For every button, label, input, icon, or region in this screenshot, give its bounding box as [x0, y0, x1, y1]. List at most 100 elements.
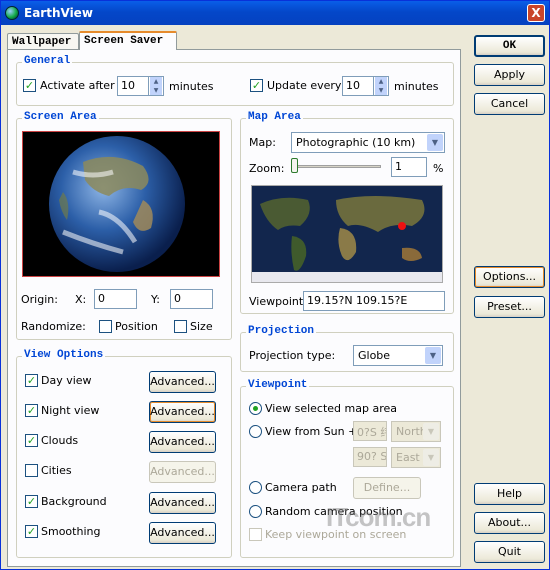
globe-image [49, 136, 185, 272]
position-label: Position [115, 320, 158, 333]
chevron-down-icon[interactable]: ▼ [423, 449, 439, 466]
camera-path-label: Camera path [265, 481, 337, 494]
background-label: Background [41, 495, 107, 508]
zoom-label: Zoom: [249, 162, 285, 175]
cancel-button[interactable]: Cancel [474, 93, 545, 115]
projection-type-label: Projection type: [249, 349, 336, 362]
projection-title: Projection [246, 325, 317, 337]
viewpoint-label: Viewpoint: [249, 295, 307, 308]
camera-path-radio[interactable] [249, 481, 262, 494]
night-view-checkbox[interactable]: ✓ [25, 404, 38, 417]
tab-wallpaper[interactable]: Wallpaper [7, 33, 79, 49]
screen-area-group: Screen Area Origin: X: 0 Y: 0 Randomize:… [16, 111, 232, 340]
cities-label: Cities [41, 464, 72, 477]
close-button[interactable]: X [527, 4, 545, 22]
map-label: Map: [249, 136, 276, 149]
zoom-input[interactable]: 1 [391, 157, 427, 177]
view-selected-label: View selected map area [265, 402, 397, 415]
chevron-down-icon[interactable]: ▼ [423, 423, 439, 440]
preset-button[interactable]: Preset... [474, 296, 545, 318]
earth-icon [5, 6, 19, 20]
keep-viewpoint-checkbox[interactable] [249, 528, 262, 541]
update-spinner[interactable]: ▲ ▼ [374, 76, 389, 96]
general-title: General [22, 55, 73, 67]
map-select-value: Photographic (10 km) [296, 136, 416, 149]
x-label: X: [75, 293, 87, 306]
clouds-advanced-button[interactable]: Advanced... [149, 431, 216, 453]
viewpoint-title: Viewpoint [246, 379, 310, 391]
sun-lat-dir-select[interactable]: North ▼ [391, 421, 441, 442]
activate-checkbox[interactable]: ✓ [23, 79, 36, 92]
origin-label: Origin: [21, 293, 58, 306]
clouds-checkbox[interactable]: ✓ [25, 434, 38, 447]
activate-label: Activate after [40, 79, 115, 92]
zoom-unit: % [433, 162, 444, 175]
day-view-checkbox[interactable]: ✓ [25, 374, 38, 387]
cities-checkbox[interactable] [25, 464, 38, 477]
title-bar: EarthView X [1, 1, 549, 25]
zoom-slider-track[interactable] [293, 165, 381, 168]
randomize-label: Randomize: [21, 320, 86, 333]
update-label: Update every [267, 79, 342, 92]
viewpoint-input[interactable]: 19.15?N 109.15?E [303, 291, 445, 311]
day-view-label: Day view [41, 374, 92, 387]
view-options-group: View Options ✓ Day view Advanced... ✓ Ni… [16, 349, 232, 558]
sun-lon-dir-select[interactable]: East ▼ [391, 447, 441, 468]
about-button[interactable]: About... [474, 512, 545, 534]
sun-lat-input[interactable]: 0?S 纬 [353, 421, 387, 441]
map-select[interactable]: Photographic (10 km) ▼ [291, 132, 445, 153]
tab-panel: General ✓ Activate after 10 ▲ ▼ minutes ✓… [7, 49, 461, 567]
cities-advanced-button[interactable]: Advanced... [149, 461, 216, 483]
smoothing-checkbox[interactable]: ✓ [25, 525, 38, 538]
update-input[interactable]: 10 [342, 76, 374, 96]
day-view-advanced-button[interactable]: Advanced... [149, 371, 216, 393]
down-arrow-icon[interactable]: ▼ [375, 86, 387, 95]
y-label: Y: [151, 293, 160, 306]
chevron-down-icon[interactable]: ▼ [425, 347, 441, 364]
ok-button[interactable]: OK [474, 35, 545, 57]
quit-button[interactable]: Quit [474, 541, 545, 563]
view-from-sun-radio[interactable] [249, 425, 262, 438]
general-group: General ✓ Activate after 10 ▲ ▼ minutes ✓… [16, 55, 454, 106]
view-options-title: View Options [22, 349, 106, 361]
down-arrow-icon[interactable]: ▼ [150, 86, 162, 95]
update-checkbox[interactable]: ✓ [250, 79, 263, 92]
apply-button[interactable]: Apply [474, 64, 545, 86]
watermark: ITcom.cn [326, 502, 431, 532]
chevron-down-icon[interactable]: ▼ [427, 134, 443, 151]
update-unit: minutes [394, 80, 439, 93]
globe-preview[interactable] [22, 131, 220, 277]
window-title: EarthView [24, 6, 93, 20]
view-from-sun-label: View from Sun + [265, 425, 358, 438]
smoothing-label: Smoothing [41, 525, 101, 538]
position-checkbox[interactable] [99, 320, 112, 333]
up-arrow-icon[interactable]: ▲ [375, 77, 387, 86]
origin-x-input[interactable]: 0 [94, 289, 137, 309]
size-checkbox[interactable] [174, 320, 187, 333]
activate-spinner[interactable]: ▲ ▼ [149, 76, 164, 96]
origin-y-input[interactable]: 0 [170, 289, 213, 309]
options-button[interactable]: Options... [474, 266, 545, 288]
up-arrow-icon[interactable]: ▲ [150, 77, 162, 86]
sun-lon-input[interactable]: 90? SI [353, 447, 387, 467]
tab-screen-saver[interactable]: Screen Saver [79, 31, 177, 50]
night-view-advanced-button[interactable]: Advanced... [149, 401, 216, 423]
size-label: Size [190, 320, 213, 333]
zoom-slider-thumb[interactable] [291, 158, 298, 173]
random-camera-radio[interactable] [249, 505, 262, 518]
activate-unit: minutes [169, 80, 214, 93]
help-button[interactable]: Help [474, 483, 545, 505]
define-button[interactable]: Define... [353, 477, 421, 499]
clouds-label: Clouds [41, 434, 79, 447]
background-advanced-button[interactable]: Advanced... [149, 492, 216, 514]
view-selected-radio[interactable] [249, 402, 262, 415]
projection-type-select[interactable]: Globe ▼ [353, 345, 443, 366]
background-checkbox[interactable]: ✓ [25, 495, 38, 508]
sun-lon-dir-value: East [396, 451, 420, 464]
world-map[interactable] [251, 185, 443, 283]
projection-group: Projection Projection type: Globe ▼ [240, 325, 454, 372]
earthview-window: EarthView X Wallpaper Screen Saver Gener… [0, 0, 550, 570]
smoothing-advanced-button[interactable]: Advanced... [149, 522, 216, 544]
map-area-group: Map Area Map: Photographic (10 km) ▼ Zoom… [240, 111, 454, 314]
activate-input[interactable]: 10 [117, 76, 149, 96]
